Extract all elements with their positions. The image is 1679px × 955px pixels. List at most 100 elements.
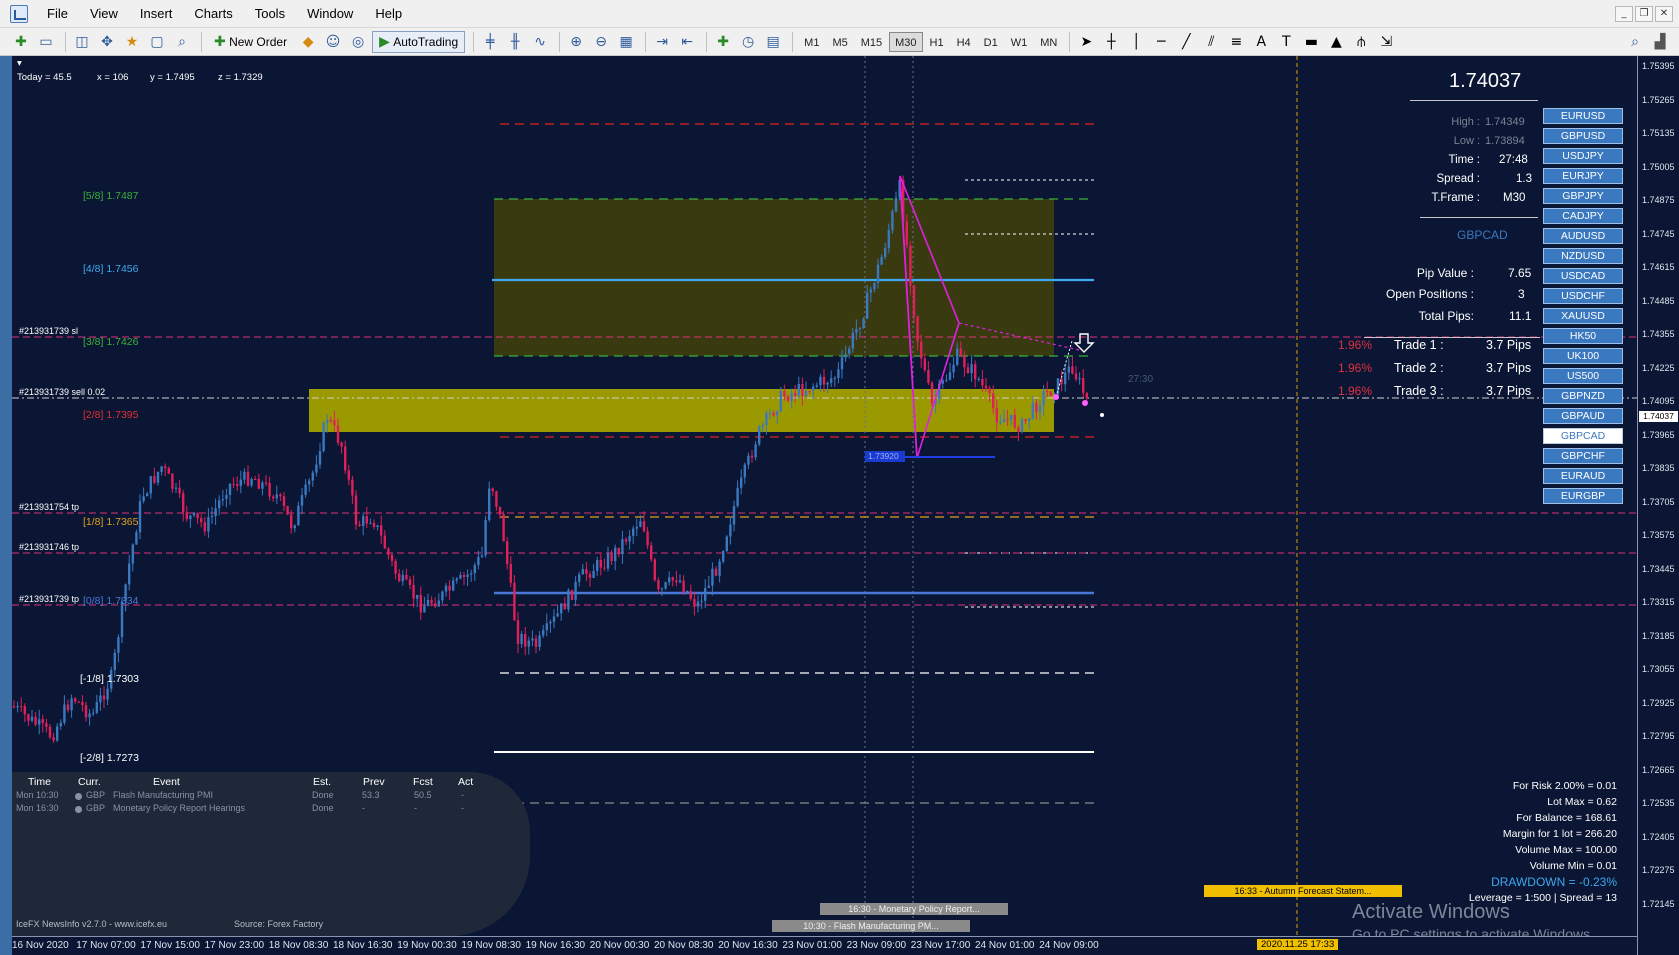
pitchfork-button[interactable]: ⫛	[1350, 31, 1372, 53]
rectangle-button[interactable]: ▬	[1300, 31, 1322, 53]
price-chart[interactable]: ▾ Today = 45.5 x = 106 y = 1.7495 z = 1.…	[12, 56, 1637, 936]
timeframe-h1[interactable]: H1	[924, 32, 950, 52]
symbol-button-gbpnzd[interactable]: GBPNZD	[1543, 388, 1623, 404]
profiles-button[interactable]: ▭	[35, 31, 57, 53]
candle-body	[848, 348, 851, 354]
market-watch-button[interactable]: ◫	[71, 31, 93, 53]
new-order-button[interactable]: ✚ New Order	[207, 31, 294, 53]
symbol-button-cadjpy[interactable]: CADJPY	[1543, 208, 1623, 224]
templates-button[interactable]: ▤	[762, 31, 784, 53]
symbol-button-usdchf[interactable]: USDCHF	[1543, 288, 1623, 304]
vertical-line-button[interactable]: │	[1125, 31, 1147, 53]
symbol-button-usdjpy[interactable]: USDJPY	[1543, 148, 1623, 164]
new-chart-button[interactable]: ✚	[10, 31, 32, 53]
order-label-tp-1[interactable]: #213931754 tp	[19, 502, 79, 512]
symbol-button-gbpcad[interactable]: GBPCAD	[1543, 428, 1623, 444]
tile-windows-button[interactable]: ▦	[615, 31, 637, 53]
order-label-entry[interactable]: #213931739 sell 0.02	[19, 387, 105, 397]
minimize-icon[interactable]: _	[1615, 6, 1633, 22]
menu-view[interactable]: View	[79, 0, 129, 28]
timeframe-h4[interactable]: H4	[951, 32, 977, 52]
navigator-button[interactable]: ★	[121, 31, 143, 53]
autotrading-button[interactable]: ▶ AutoTrading	[372, 30, 466, 53]
time-tick-label: 19 Nov 00:30	[397, 940, 457, 951]
symbol-button-us500[interactable]: US500	[1543, 368, 1623, 384]
symbol-button-gbpusd[interactable]: GBPUSD	[1543, 128, 1623, 144]
signals-button[interactable]: ☺	[322, 31, 344, 53]
candle-body	[362, 516, 365, 527]
data-window-button[interactable]: ✥	[96, 31, 118, 53]
fibonacci-button[interactable]: ≡	[1225, 31, 1247, 53]
symbol-button-euraud[interactable]: EURAUD	[1543, 468, 1623, 484]
zoom-out-button[interactable]: ⊖	[590, 31, 612, 53]
zoom-in-button[interactable]: ⊕	[565, 31, 587, 53]
candle-body	[99, 695, 102, 703]
autoscroll-button[interactable]: ⇥	[651, 31, 673, 53]
symbol-button-hk50[interactable]: HK50	[1543, 328, 1623, 344]
timeframe-m5[interactable]: M5	[826, 32, 853, 52]
chart-shift-button[interactable]: ⇤	[676, 31, 698, 53]
chart-menu-arrow[interactable]: ▾	[17, 58, 22, 69]
candlestick-button[interactable]: ╫	[504, 31, 526, 53]
candle-body	[570, 590, 574, 600]
equidistant-channel-button[interactable]: ⫽	[1200, 31, 1222, 53]
metaeditor-button[interactable]: ◆	[297, 31, 319, 53]
menu-charts[interactable]: Charts	[183, 0, 243, 28]
restore-icon[interactable]: ❐	[1635, 6, 1653, 22]
time-tick-label: 23 Nov 17:00	[910, 940, 971, 951]
crosshair-button[interactable]: ┼	[1100, 31, 1122, 53]
symbol-button-usdcad[interactable]: USDCAD	[1543, 268, 1623, 284]
trendline-button[interactable]: ╱	[1175, 31, 1197, 53]
text-button[interactable]: A	[1250, 31, 1272, 53]
timeframe-m30[interactable]: M30	[889, 31, 923, 52]
candle-body	[624, 539, 628, 542]
timeframe-w1[interactable]: W1	[1005, 32, 1034, 52]
order-label-tp-3[interactable]: #213931739 tp	[19, 594, 79, 604]
symbol-button-eurusd[interactable]: EURUSD	[1543, 108, 1623, 124]
timeframe-mn[interactable]: MN	[1034, 32, 1063, 52]
candle-body	[358, 524, 361, 527]
cursor-button[interactable]: ➤	[1075, 31, 1097, 53]
symbol-button-gbpchf[interactable]: GBPCHF	[1543, 448, 1623, 464]
symbol-button-xauusd[interactable]: XAUUSD	[1543, 308, 1623, 324]
triangle-button[interactable]: ▲	[1325, 31, 1347, 53]
news-row-1-event[interactable]: Flash Manufacturing PMI	[113, 790, 213, 800]
menu-file[interactable]: File	[36, 0, 79, 28]
order-label-sl[interactable]: #213931739 sl	[19, 326, 78, 336]
candle-body	[714, 568, 718, 576]
menu-window[interactable]: Window	[296, 0, 364, 28]
menu-insert[interactable]: Insert	[129, 0, 184, 28]
indicators-button[interactable]: ✚	[712, 31, 734, 53]
order-label-tp-2[interactable]: #213931746 tp	[19, 542, 79, 552]
timeframe-m15[interactable]: M15	[855, 32, 888, 52]
news-row-2-event[interactable]: Monetary Policy Report Hearings	[113, 803, 245, 813]
news-row-1-curr: GBP	[86, 790, 106, 800]
search-button[interactable]: ⌕	[1624, 31, 1646, 53]
periods-button[interactable]: ◷	[737, 31, 759, 53]
symbol-button-uk100[interactable]: UK100	[1543, 348, 1623, 364]
bar-chart-icon: ╪	[485, 33, 495, 50]
menu-tools[interactable]: Tools	[244, 0, 296, 28]
signal-strength-button[interactable]: ▟	[1649, 31, 1671, 53]
bar-chart-button[interactable]: ╪	[479, 31, 501, 53]
price-axis[interactable]: 1.75395 1.75265 1.75135 1.75005 1.74875 1.747…	[1637, 56, 1679, 955]
menu-help[interactable]: Help	[364, 0, 413, 28]
time-axis[interactable]: 16 Nov 2020 17 Nov 07:00 17 Nov 15:00 17 No…	[12, 936, 1637, 955]
symbol-button-gbpaud[interactable]: GBPAUD	[1543, 408, 1623, 424]
symbol-button-eurjpy[interactable]: EURJPY	[1543, 168, 1623, 184]
symbol-button-gbpjpy[interactable]: GBPJPY	[1543, 188, 1623, 204]
market-button[interactable]: ◎	[347, 31, 369, 53]
arrows-button[interactable]: ⇲	[1375, 31, 1397, 53]
symbol-button-nzdusd[interactable]: NZDUSD	[1543, 248, 1623, 264]
text-label-button[interactable]: T	[1275, 31, 1297, 53]
symbol-button-audusd[interactable]: AUDUSD	[1543, 228, 1623, 244]
close-icon[interactable]: ✕	[1655, 6, 1673, 22]
timeframe-m1[interactable]: M1	[798, 32, 825, 52]
crosshair-move-icon: ✥	[101, 33, 113, 50]
strategy-tester-button[interactable]: ⌕	[171, 31, 193, 53]
symbol-button-eurgbp[interactable]: EURGBP	[1543, 488, 1623, 504]
terminal-button[interactable]: ▢	[146, 31, 168, 53]
timeframe-d1[interactable]: D1	[978, 32, 1004, 52]
line-chart-button[interactable]: ∿	[529, 31, 551, 53]
horizontal-line-button[interactable]: ─	[1150, 31, 1172, 53]
